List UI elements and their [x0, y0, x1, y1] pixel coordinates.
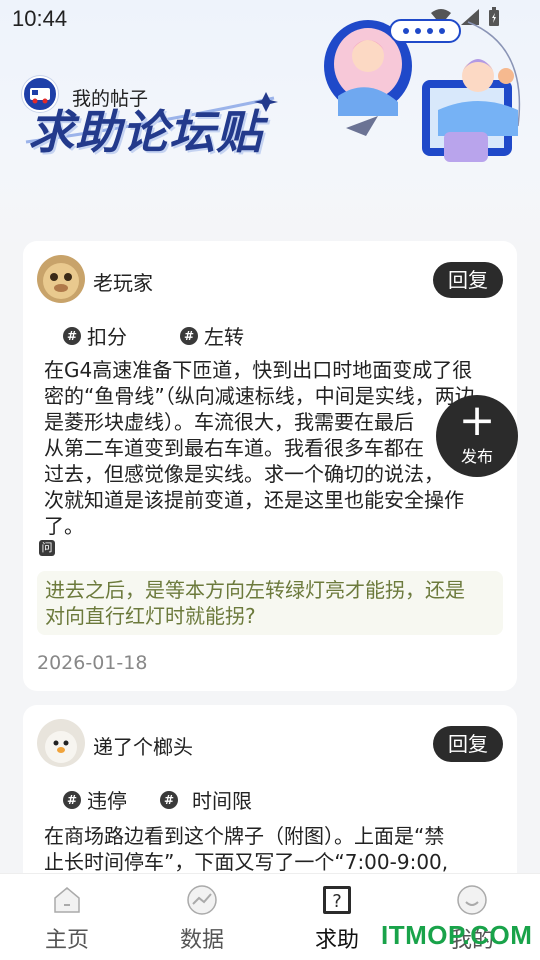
author-name[interactable]: 递了个榔头: [93, 731, 193, 760]
question-box[interactable]: 进去之后，是等本方向左转绿灯亮才能拐，还是 对向直行红灯时就能拐?: [37, 571, 503, 635]
content-line: 了。: [44, 514, 84, 538]
tag-label: 时间限: [192, 789, 252, 813]
tag-label: 扣分: [87, 325, 127, 349]
content-line: 止长时间停车”，下面又写了一个“7:00-9:00,: [44, 850, 449, 874]
content-line: 次就知道是该提前变道，还是这里也能安全操作: [44, 488, 464, 512]
tab-label: 求助: [314, 928, 359, 953]
content-line: 是菱形块虚线）。车流很大，我需要在最后: [44, 410, 414, 434]
profile-icon: [457, 885, 487, 915]
tag-label: 左转: [204, 325, 244, 349]
post-content[interactable]: 在G4高速准备下匝道，快到出口时地面变成了很 密的“鱼骨线”（纵向减速标线，中间…: [44, 357, 494, 539]
content-line: 在G4高速准备下匝道，快到出口时地面变成了很: [44, 358, 473, 382]
question-line: 对向直行红灯时就能拐?: [45, 604, 256, 628]
tab-help[interactable]: ? 求助: [282, 874, 392, 960]
content-line: 从第二车道变到最右车道。我看很多车都在: [44, 436, 424, 460]
tag[interactable]: # 左转: [180, 321, 244, 350]
tab-home[interactable]: 主页: [12, 874, 122, 960]
tag-label: 违停: [87, 789, 127, 813]
chart-icon: [187, 885, 217, 915]
author-name[interactable]: 老玩家: [93, 267, 153, 296]
reply-button[interactable]: 回复: [433, 262, 503, 298]
people-chat-illustration: [324, 19, 521, 162]
hash-icon: #: [180, 326, 198, 345]
hash-icon: #: [63, 790, 81, 809]
hash-icon: #: [160, 790, 178, 809]
hash-icon: #: [63, 326, 81, 345]
content-line: 密的“鱼骨线”（纵向减速标线，中间是实线，两边: [44, 384, 475, 408]
tag[interactable]: # 时间限: [160, 785, 252, 814]
avatar[interactable]: [37, 255, 85, 303]
tag[interactable]: # 扣分: [63, 321, 127, 350]
plus-icon: +: [458, 395, 496, 446]
svg-text:?: ?: [332, 891, 342, 912]
post-content[interactable]: 在商场路边看到这个牌子（附图）。上面是“禁 止长时间停车”，下面又写了一个“7:…: [44, 823, 494, 875]
tab-label: 数据: [179, 928, 224, 953]
post-date: 2026-01-18: [37, 652, 148, 674]
publish-label: 发布: [460, 447, 493, 466]
question-icon: ?: [323, 886, 351, 914]
content-line: 过去，但感觉像是实线。求一个确切的说法，: [44, 462, 444, 486]
reply-button[interactable]: 回复: [433, 726, 503, 762]
publish-button[interactable]: + 发布: [436, 395, 518, 477]
home-icon: [54, 887, 80, 913]
status-time: 10:44: [12, 6, 68, 31]
question-line: 进去之后，是等本方向左转绿灯亮才能拐，还是: [45, 578, 465, 602]
brand-title: 求助论坛贴: [28, 105, 263, 159]
tab-label: 主页: [44, 928, 89, 953]
content-line: 在商场路边看到这个牌子（附图）。上面是“禁: [44, 824, 445, 848]
tab-data[interactable]: 数据: [147, 874, 257, 960]
question-icon: 问: [39, 540, 55, 556]
tag[interactable]: # 违停: [63, 785, 127, 814]
watermark: ITMOP.COM: [381, 920, 533, 950]
avatar[interactable]: [37, 719, 85, 767]
